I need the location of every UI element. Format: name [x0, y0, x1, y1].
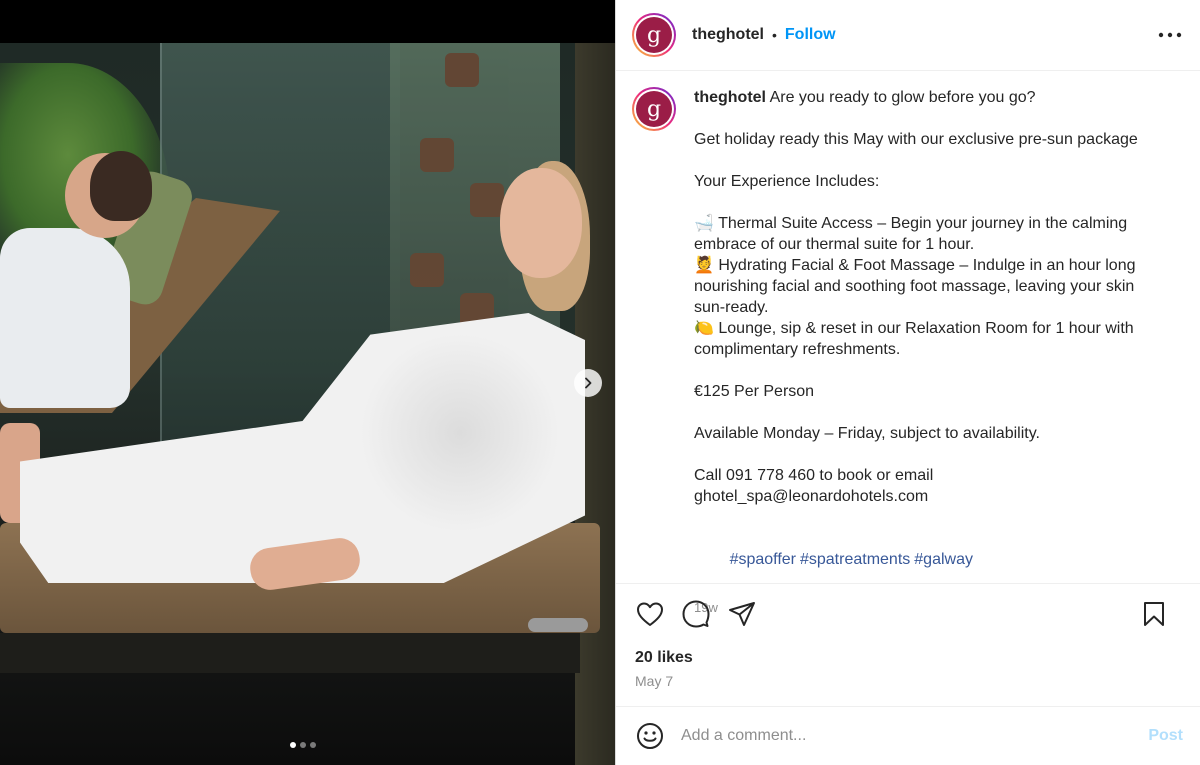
hashtag-link[interactable]: #spaoffer — [730, 551, 796, 568]
caption-username[interactable]: theghotel — [694, 89, 766, 106]
likes-count[interactable]: 20 likes — [635, 649, 693, 667]
separator-dot: • — [772, 27, 777, 43]
send-icon — [729, 601, 755, 626]
caption-contact: Call 091 778 460 to book or email ghotel… — [694, 467, 938, 505]
post-caption: g theghotel Are you ready to glow before… — [632, 87, 1187, 615]
spa-photo — [0, 43, 615, 765]
post-header: g theghotel • Follow — [616, 0, 1200, 71]
post-details: g theghotel • Follow g theghotel Are you… — [615, 0, 1200, 765]
caption-item-lounge: 🍋 Lounge, sip & reset in our Relaxation … — [694, 320, 1139, 358]
comment-icon — [682, 600, 710, 627]
comment-bar: Post — [616, 706, 1200, 765]
avatar-logo: g — [636, 17, 672, 53]
caption-item-thermal: 🛁 Thermal Suite Access – Begin your jour… — [694, 215, 1132, 253]
hashtag-link[interactable]: #spatreatments — [800, 551, 910, 568]
carousel-next-button[interactable] — [574, 369, 602, 397]
action-bar — [616, 583, 1200, 643]
caption-text: theghotel Are you ready to glow before y… — [694, 87, 1169, 615]
bookmark-icon — [1144, 602, 1164, 626]
heart-icon — [637, 602, 663, 626]
avatar-logo: g — [636, 91, 672, 127]
caption-hashtags: #spaoffer #spatreatments #galway — [694, 528, 1169, 591]
carousel-dot — [290, 742, 296, 748]
smiley-icon — [637, 723, 663, 749]
more-icon — [1158, 32, 1182, 38]
caption-price: €125 Per Person — [694, 383, 815, 400]
caption-intro: Are you ready to glow before you go? — [769, 89, 1036, 106]
username-link[interactable]: theghotel — [692, 26, 764, 44]
post-comment-button[interactable]: Post — [1148, 727, 1183, 745]
emoji-button[interactable] — [635, 721, 665, 751]
carousel-dot — [310, 742, 316, 748]
caption-item-facial: 💆 Hydrating Facial & Foot Massage – Indu… — [694, 257, 1140, 316]
carousel-indicator — [290, 742, 316, 748]
caption-avatar[interactable]: g — [632, 87, 676, 131]
post-date: May 7 — [635, 673, 674, 689]
like-button[interactable] — [635, 599, 665, 629]
chevron-right-icon — [585, 377, 592, 389]
comment-input[interactable] — [681, 721, 1121, 751]
hashtag-link[interactable]: #galway — [914, 551, 973, 568]
follow-button[interactable]: Follow — [785, 26, 836, 44]
caption-availability: Available Monday – Friday, subject to av… — [694, 425, 1040, 442]
avatar[interactable]: g — [632, 13, 676, 57]
share-button[interactable] — [727, 599, 757, 629]
save-button[interactable] — [1139, 599, 1169, 629]
comment-button[interactable] — [681, 599, 711, 629]
carousel-dot — [300, 742, 306, 748]
caption-line: Get holiday ready this May with our excl… — [694, 131, 1138, 148]
caption-line: Your Experience Includes: — [694, 173, 880, 190]
post-media — [0, 0, 615, 765]
more-options-button[interactable] — [1157, 24, 1183, 46]
